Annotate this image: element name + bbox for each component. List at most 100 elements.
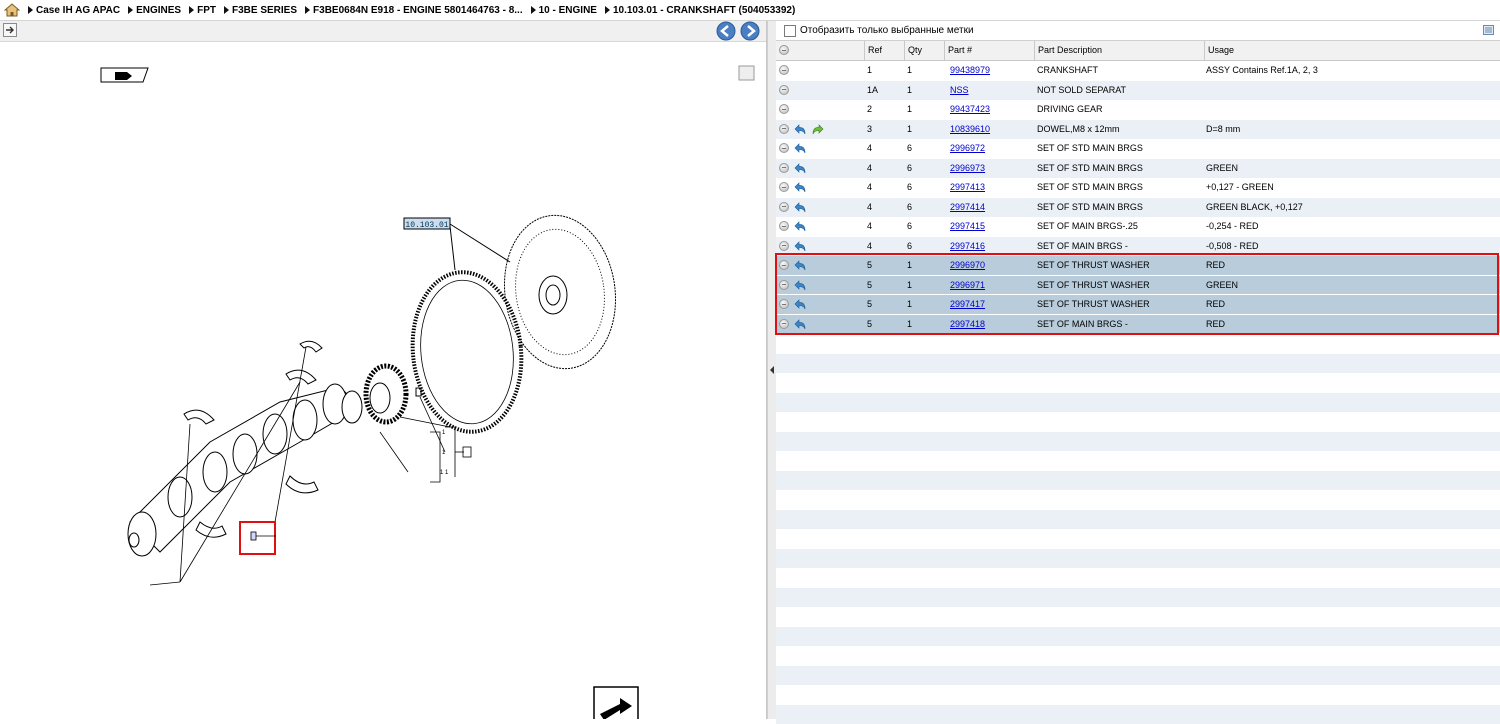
empty-row xyxy=(776,529,1500,549)
callout-text: 10.103.01 xyxy=(405,221,448,230)
cell-qty: 6 xyxy=(907,139,912,158)
thrust-washer-part[interactable] xyxy=(240,522,276,554)
callout-label[interactable]: 10.103.01 xyxy=(404,218,450,230)
col-header-usage[interactable]: Usage xyxy=(1204,41,1500,60)
back-arrow-icon[interactable] xyxy=(794,142,807,154)
expand-row-icon[interactable] xyxy=(779,260,789,270)
back-arrow-icon[interactable] xyxy=(794,181,807,193)
cell-qty: 6 xyxy=(907,159,912,178)
expand-panel-icon[interactable] xyxy=(3,23,17,37)
expand-row-icon[interactable] xyxy=(779,241,789,251)
back-arrow-icon[interactable] xyxy=(794,279,807,291)
table-row[interactable]: 462997414SET OF STD MAIN BRGSGREEN BLACK… xyxy=(776,198,1500,218)
expand-row-icon[interactable] xyxy=(779,163,789,173)
cell-usage: RED xyxy=(1206,315,1225,334)
col-header-ref[interactable]: Ref xyxy=(864,41,904,60)
part-number-link[interactable]: 2996973 xyxy=(950,163,985,173)
breadcrumb-label[interactable]: FPT xyxy=(197,5,216,16)
expand-row-icon[interactable] xyxy=(779,280,789,290)
list-view-icon[interactable] xyxy=(1483,25,1494,35)
table-row[interactable]: 462997415SET OF MAIN BRGS-.25-0,254 - RE… xyxy=(776,217,1500,237)
part-number-link[interactable]: 2997413 xyxy=(950,182,985,192)
breadcrumb-item[interactable]: Case IH AG APAC xyxy=(28,5,120,16)
cell-description: SET OF STD MAIN BRGS xyxy=(1037,139,1143,158)
part-number-link[interactable]: 2997415 xyxy=(950,221,985,231)
expand-row-icon[interactable] xyxy=(779,202,789,212)
table-row[interactable]: 1199438979CRANKSHAFTASSY Contains Ref.1A… xyxy=(776,61,1500,81)
col-header-qty[interactable]: Qty xyxy=(904,41,944,60)
col-header-desc[interactable]: Part Description xyxy=(1034,41,1204,60)
back-arrow-icon[interactable] xyxy=(794,318,807,330)
expand-row-icon[interactable] xyxy=(779,124,789,134)
breadcrumb-label[interactable]: 10.103.01 - CRANKSHAFT (504053392) xyxy=(613,5,795,16)
parts-pane: Отобразить только выбранные метки Ref Qt… xyxy=(776,21,1500,719)
grid-header: Ref Qty Part # Part Description Usage xyxy=(776,41,1500,61)
expand-row-icon[interactable] xyxy=(779,143,789,153)
part-number-link[interactable]: 99438979 xyxy=(950,65,990,75)
part-number-link[interactable]: 2997414 xyxy=(950,202,985,212)
table-row[interactable]: 512996971SET OF THRUST WASHERGREEN xyxy=(776,276,1500,296)
back-arrow-icon[interactable] xyxy=(794,162,807,174)
forward-arrow-icon[interactable] xyxy=(811,123,824,135)
breadcrumb-item[interactable]: F3BE0684N E918 - ENGINE 5801464763 - 8..… xyxy=(305,5,523,16)
breadcrumb-label[interactable]: F3BE SERIES xyxy=(232,5,297,16)
breadcrumb-label[interactable]: Case IH AG APAC xyxy=(36,5,120,16)
back-arrow-icon[interactable] xyxy=(794,259,807,271)
next-page-icon[interactable] xyxy=(594,687,638,719)
cell-qty: 6 xyxy=(907,237,912,256)
collapse-arrow-icon[interactable] xyxy=(768,363,776,377)
show-selected-checkbox[interactable] xyxy=(784,25,796,37)
home-icon[interactable] xyxy=(4,3,20,17)
zoom-square-icon[interactable] xyxy=(739,66,754,80)
expand-row-icon[interactable] xyxy=(779,299,789,309)
expand-row-icon[interactable] xyxy=(779,104,789,114)
breadcrumb-label[interactable]: F3BE0684N E918 - ENGINE 5801464763 - 8..… xyxy=(313,5,523,16)
expand-row-icon[interactable] xyxy=(779,221,789,231)
part-number-link[interactable]: 2996971 xyxy=(950,280,985,290)
book-icon[interactable] xyxy=(101,68,148,82)
expand-all-icon[interactable] xyxy=(779,45,789,55)
part-number-link[interactable]: 2996970 xyxy=(950,260,985,270)
table-row[interactable]: 462996972SET OF STD MAIN BRGS xyxy=(776,139,1500,159)
part-number-link[interactable]: 2996972 xyxy=(950,143,985,153)
col-header-part[interactable]: Part # xyxy=(944,41,1034,60)
expand-row-icon[interactable] xyxy=(779,319,789,329)
breadcrumb-item[interactable]: 10 - ENGINE xyxy=(531,5,597,16)
nav-next-icon[interactable] xyxy=(740,21,760,41)
part-number-link[interactable]: 2997418 xyxy=(950,319,985,329)
breadcrumb-item[interactable]: 10.103.01 - CRANKSHAFT (504053392) xyxy=(605,5,795,16)
table-row[interactable]: 512996970SET OF THRUST WASHERRED xyxy=(776,256,1500,276)
breadcrumb-item[interactable]: FPT xyxy=(189,5,216,16)
cell-ref: 5 xyxy=(867,315,872,334)
back-arrow-icon[interactable] xyxy=(794,298,807,310)
breadcrumb-item[interactable]: F3BE SERIES xyxy=(224,5,297,16)
table-row[interactable]: 512997418SET OF MAIN BRGS -RED xyxy=(776,315,1500,335)
cell-qty: 6 xyxy=(907,217,912,236)
table-row[interactable]: 512997417SET OF THRUST WASHERRED xyxy=(776,295,1500,315)
table-row[interactable]: 462997416SET OF MAIN BRGS --0,508 - RED xyxy=(776,237,1500,257)
back-arrow-icon[interactable] xyxy=(794,201,807,213)
table-row[interactable]: 462996973SET OF STD MAIN BRGSGREEN xyxy=(776,159,1500,179)
cell-usage: RED xyxy=(1206,256,1225,275)
cell-description: NOT SOLD SEPARAT xyxy=(1037,81,1126,100)
part-number-link[interactable]: NSS xyxy=(950,85,969,95)
breadcrumb-label[interactable]: ENGINES xyxy=(136,5,181,16)
nav-prev-icon[interactable] xyxy=(716,21,736,41)
table-row[interactable]: 1A1NSSNOT SOLD SEPARAT xyxy=(776,81,1500,101)
cell-usage: D=8 mm xyxy=(1206,120,1240,139)
table-row[interactable]: 3110839610DOWEL,M8 x 12mmD=8 mm xyxy=(776,120,1500,140)
breadcrumb-item[interactable]: ENGINES xyxy=(128,5,181,16)
part-number-link[interactable]: 2997416 xyxy=(950,241,985,251)
expand-row-icon[interactable] xyxy=(779,182,789,192)
back-arrow-icon[interactable] xyxy=(794,220,807,232)
part-number-link[interactable]: 99437423 xyxy=(950,104,990,114)
part-number-link[interactable]: 10839610 xyxy=(950,124,990,134)
table-row[interactable]: 462997413SET OF STD MAIN BRGS+0,127 - GR… xyxy=(776,178,1500,198)
expand-row-icon[interactable] xyxy=(779,65,789,75)
part-number-link[interactable]: 2997417 xyxy=(950,299,985,309)
back-arrow-icon[interactable] xyxy=(794,123,807,135)
expand-row-icon[interactable] xyxy=(779,85,789,95)
breadcrumb-label[interactable]: 10 - ENGINE xyxy=(539,5,597,16)
back-arrow-icon[interactable] xyxy=(794,240,807,252)
table-row[interactable]: 2199437423DRIVING GEAR xyxy=(776,100,1500,120)
